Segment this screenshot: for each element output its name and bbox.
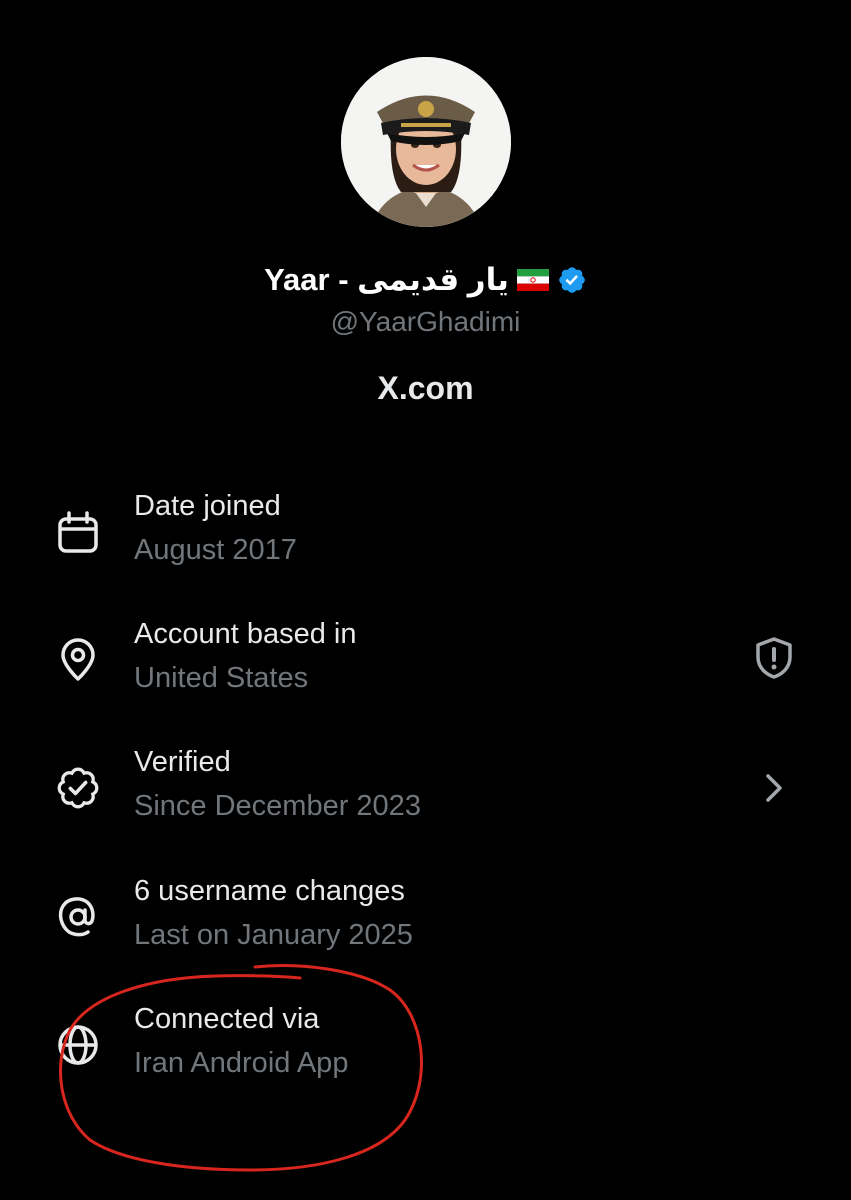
verified-value: Since December 2023 bbox=[134, 790, 421, 822]
info-row-verified[interactable]: Verified Since December 2023 bbox=[0, 746, 851, 846]
profile-name-row: Yaar - یار قدیمی bbox=[0, 258, 851, 302]
connected-via-label: Connected via bbox=[134, 1003, 320, 1035]
username-changes-value: Last on January 2025 bbox=[134, 919, 413, 951]
connected-via-value: Iran Android App bbox=[134, 1047, 349, 1079]
date-joined-value: August 2017 bbox=[134, 534, 297, 566]
profile-site-link[interactable]: X.com bbox=[0, 370, 851, 407]
iran-flag-icon bbox=[516, 269, 549, 291]
account-based-in-label: Account based in bbox=[134, 618, 357, 650]
date-joined-label: Date joined bbox=[134, 490, 281, 522]
display-name: Yaar - یار قدیمی bbox=[264, 262, 509, 297]
profile-handle[interactable]: @YaarGhadimi bbox=[0, 306, 851, 338]
username-changes-label: 6 username changes bbox=[134, 875, 405, 907]
shield-alert-icon[interactable] bbox=[752, 636, 796, 680]
at-sign-icon bbox=[56, 895, 100, 939]
info-row-username-changes: 6 username changes Last on January 2025 bbox=[0, 875, 851, 975]
location-pin-icon bbox=[56, 638, 100, 682]
verified-outline-icon bbox=[56, 766, 100, 810]
info-row-date-joined: Date joined August 2017 bbox=[0, 490, 851, 590]
calendar-icon bbox=[56, 510, 100, 554]
verified-badge-icon[interactable] bbox=[557, 265, 587, 295]
profile-avatar[interactable] bbox=[341, 57, 511, 227]
verified-label: Verified bbox=[134, 746, 231, 778]
info-row-account-based-in[interactable]: Account based in United States bbox=[0, 618, 851, 718]
chevron-right-icon[interactable] bbox=[754, 768, 798, 812]
globe-icon bbox=[56, 1023, 100, 1067]
account-based-in-value: United States bbox=[134, 662, 309, 694]
info-row-connected-via: Connected via Iran Android App bbox=[0, 1003, 851, 1103]
avatar-portrait-image bbox=[341, 57, 511, 227]
